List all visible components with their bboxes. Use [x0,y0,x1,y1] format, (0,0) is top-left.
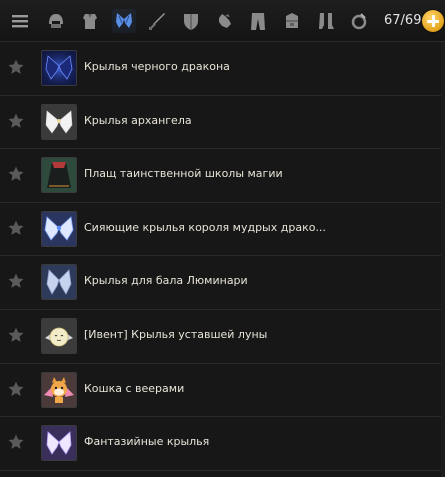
item-label: Крылья для бала Люминари [84,274,248,288]
favorite-star-icon[interactable] [7,165,25,183]
magic-school-cloak-icon [41,157,77,194]
cat-with-fans-icon [41,371,77,408]
item-label: [Ивент] Крылья уставшей луны [84,327,268,341]
helmet-icon[interactable] [44,9,68,33]
archangel-wings-icon [41,103,77,140]
favorite-star-icon[interactable] [7,112,25,130]
list-item[interactable]: Крылья для бала Люминари [0,256,445,310]
item-label: Сияющие крылья короля мудрых драко... [84,220,326,234]
item-label: Кошка с веерами [84,381,185,395]
wings-icon[interactable] [112,9,136,33]
list-item[interactable]: Сияющие крылья короля мудрых драко... [0,202,445,257]
radiant-dragon-king-wings-icon [41,210,77,247]
favorite-star-icon[interactable] [7,58,25,76]
item-list: Крылья черного дракона Крылья архангела … [0,42,445,471]
luminary-ball-wings-icon [41,264,77,301]
favorite-star-icon[interactable] [7,433,25,451]
favorite-star-icon[interactable] [7,272,25,290]
gloves-icon[interactable] [212,9,236,33]
list-item[interactable]: Кошка с веерами [0,363,445,418]
item-label: Фантазийные крылья [84,435,210,449]
menu-icon[interactable] [8,9,32,33]
list-item[interactable]: Фантазийные крылья [0,417,445,471]
weapon-icon[interactable] [145,9,169,33]
item-label: Крылья архангела [84,113,192,127]
favorite-star-icon[interactable] [7,219,25,237]
list-item[interactable]: [Ивент] Крылья уставшей луны [0,309,445,364]
scrollbar[interactable] [441,42,445,477]
ring-icon[interactable] [347,9,371,33]
boots-icon[interactable] [314,9,338,33]
list-item[interactable]: Крылья черного дракона [0,42,445,96]
item-label: Крылья черного дракона [84,60,230,73]
favorite-star-icon[interactable] [7,326,25,344]
armor-icon[interactable] [78,9,102,33]
list-item[interactable]: Крылья архангела [0,95,445,150]
category-toolbar: 67/69 [0,0,445,42]
item-label: Плащ таинственной школы магии [84,167,283,181]
fantasy-wings-icon [41,425,77,462]
chest-icon[interactable] [280,9,304,33]
collection-counter: 67/69 [384,13,422,28]
tired-moon-wings-icon [41,317,77,354]
favorite-star-icon[interactable] [7,380,25,398]
pants-icon[interactable] [246,9,270,33]
black-dragon-wings-icon [41,50,77,86]
shield-icon[interactable] [179,9,203,33]
list-item[interactable]: Плащ таинственной школы магии [0,149,445,203]
add-icon[interactable] [422,10,444,32]
